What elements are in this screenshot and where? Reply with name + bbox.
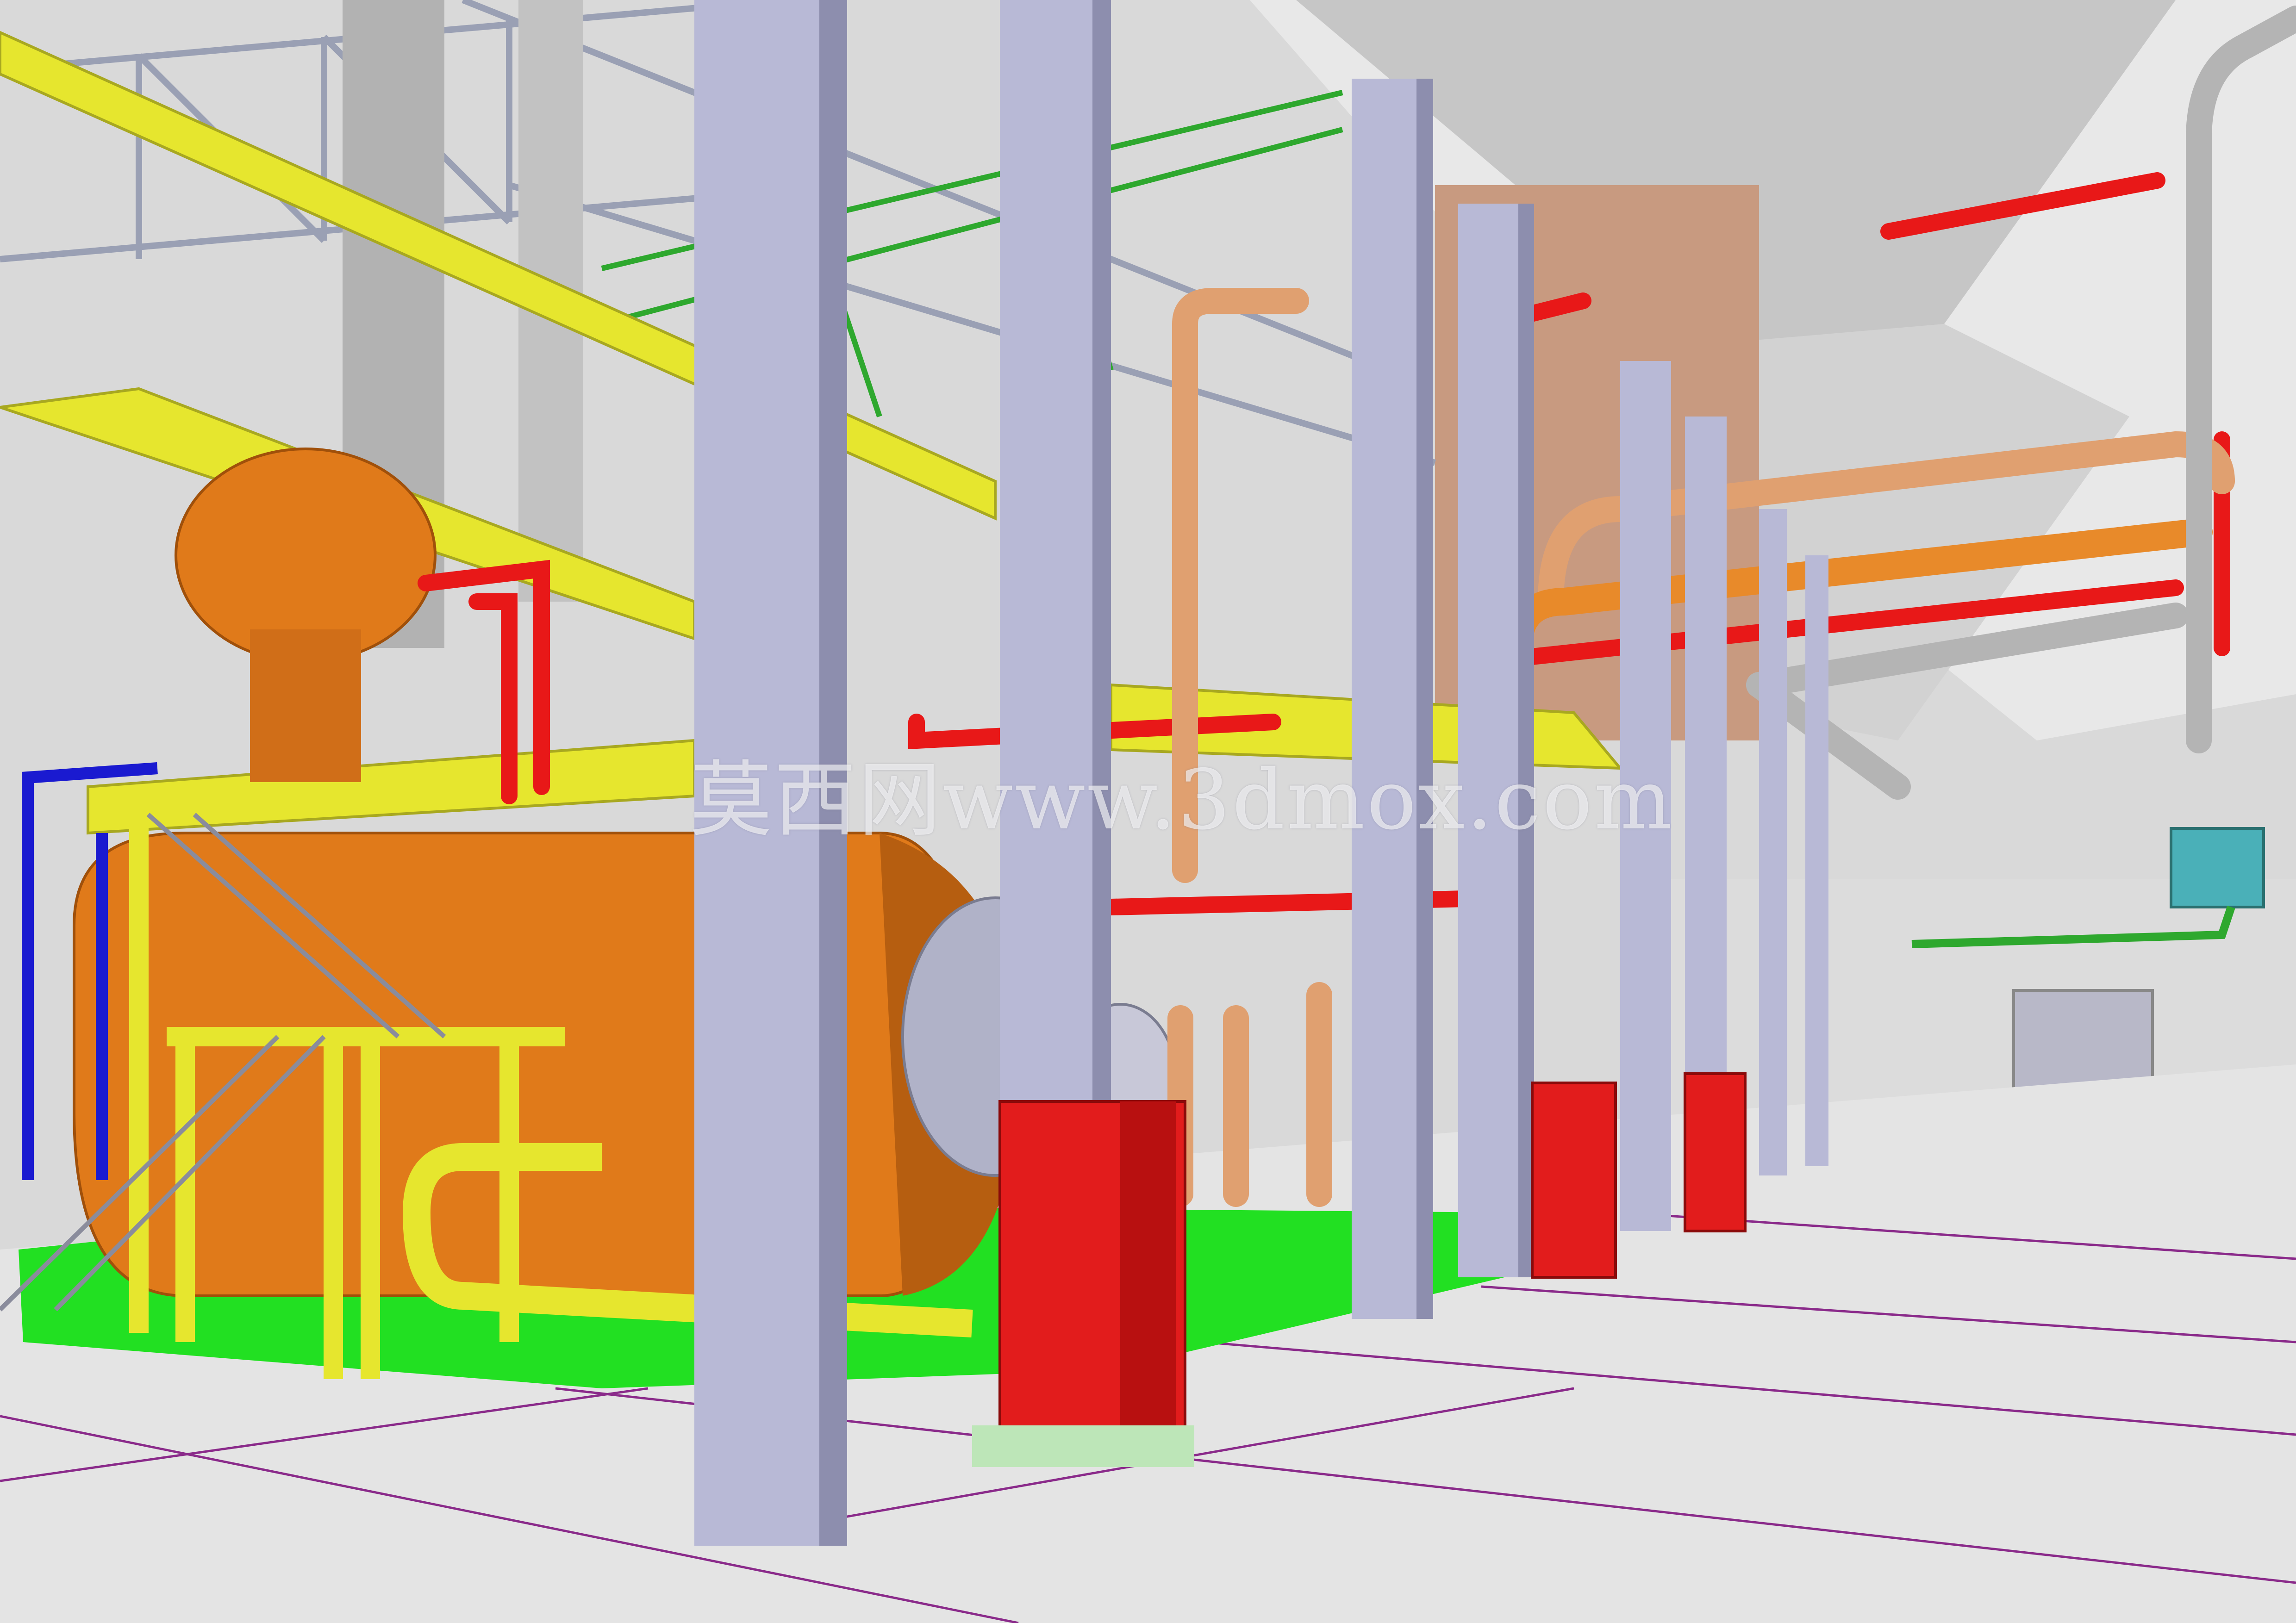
boiler-room-3d-render: [0, 0, 2296, 1623]
boiler-riser: [250, 629, 361, 782]
control-box: [2170, 827, 2265, 908]
